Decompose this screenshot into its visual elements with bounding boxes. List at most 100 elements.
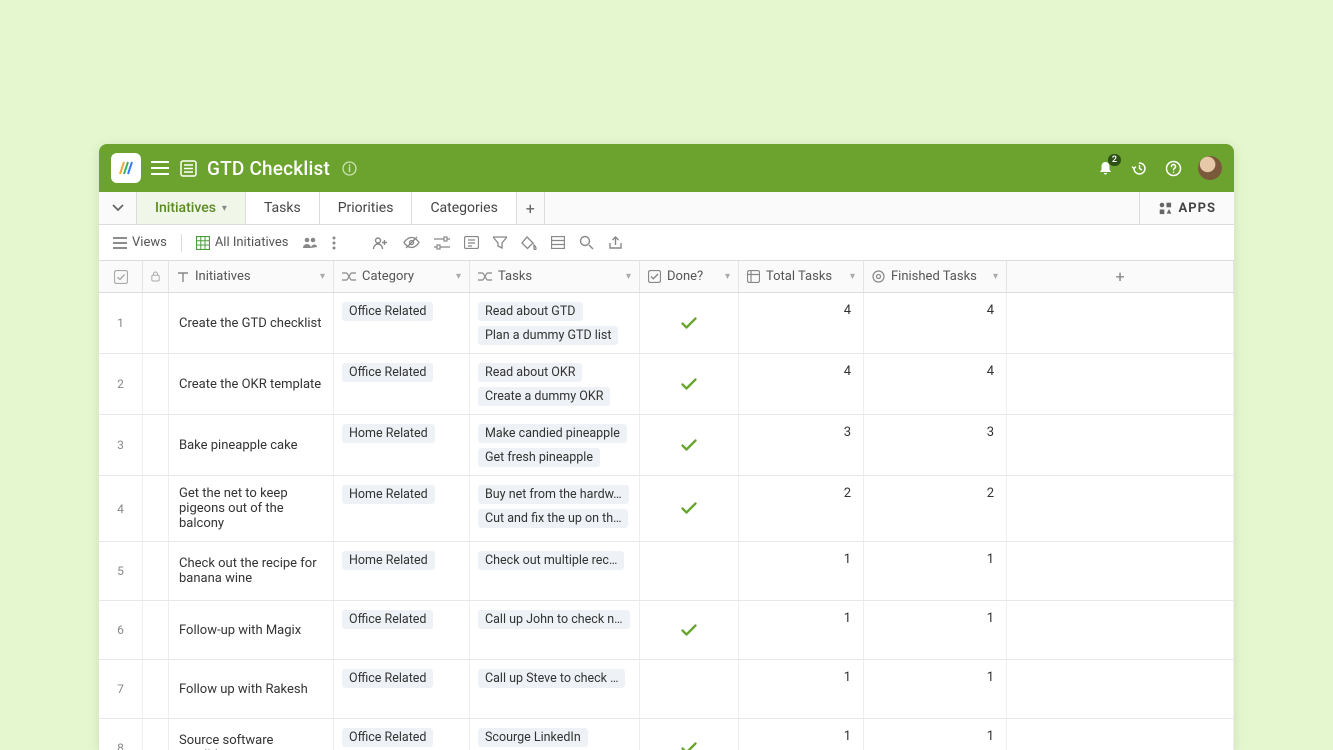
category-cell[interactable]: Office Related <box>334 660 470 718</box>
done-cell[interactable] <box>640 476 739 541</box>
table-row[interactable]: 2Create the OKR templateOffice RelatedRe… <box>99 354 1234 415</box>
tab-priorities[interactable]: Priorities <box>320 192 413 224</box>
row-height-icon[interactable] <box>551 236 565 249</box>
category-tag: Office Related <box>342 302 433 321</box>
app-logo[interactable] <box>111 153 141 183</box>
total-tasks-cell: 4 <box>739 293 864 353</box>
select-all-header[interactable] <box>99 261 143 292</box>
done-cell[interactable] <box>640 415 739 475</box>
table-row[interactable]: 4 Get the net to keep pigeons out of the … <box>99 476 1234 542</box>
share-icon[interactable] <box>608 236 623 250</box>
app-header: GTD Checklist 2 <box>99 144 1234 192</box>
views-label: Views <box>132 235 167 250</box>
col-done[interactable]: Done? ▾ <box>640 261 739 292</box>
lock-header <box>143 261 169 292</box>
notification-badge: 2 <box>1108 154 1121 166</box>
table-row[interactable]: 7Follow up with RakeshOffice RelatedCall… <box>99 660 1234 719</box>
table-row[interactable]: 5Check out the recipe for banana wineHom… <box>99 542 1234 601</box>
filter-icon[interactable] <box>493 236 507 249</box>
col-finished-tasks[interactable]: Finished Tasks ▾ <box>864 261 1007 292</box>
notification-bell-icon[interactable]: 2 <box>1096 159 1114 177</box>
add-tab-button[interactable]: + <box>517 192 545 224</box>
paint-bucket-icon[interactable] <box>521 236 537 250</box>
user-avatar[interactable] <box>1198 156 1222 180</box>
category-cell[interactable]: Office Related <box>334 719 470 750</box>
sliders-icon[interactable] <box>434 236 450 250</box>
done-cell[interactable] <box>640 293 739 353</box>
row-number: 3 <box>99 415 143 475</box>
table-row[interactable]: 1Create the GTD checklistOffice RelatedR… <box>99 293 1234 354</box>
task-tag: Cut and fix the up on th… <box>478 509 628 528</box>
done-cell[interactable] <box>640 719 739 750</box>
done-cell[interactable] <box>640 542 739 600</box>
divider <box>181 234 182 252</box>
col-total-tasks[interactable]: Total Tasks ▾ <box>739 261 864 292</box>
tasks-cell[interactable]: Buy net from the hardw…Cut and fix the u… <box>470 476 640 541</box>
finished-tasks-cell: 4 <box>864 293 1007 353</box>
views-button[interactable]: Views <box>113 235 167 250</box>
table-row[interactable]: 3Bake pineapple cakeHome RelatedMake can… <box>99 415 1234 476</box>
initiative-cell[interactable]: Create the GTD checklist <box>169 293 334 353</box>
tab-categories[interactable]: Categories <box>412 192 516 224</box>
table-row[interactable]: 8Source software candidatesOffice Relate… <box>99 719 1234 750</box>
tasks-cell[interactable]: Make candied pineappleGet fresh pineappl… <box>470 415 640 475</box>
history-icon[interactable] <box>1130 159 1148 177</box>
initiative-cell[interactable]: Bake pineapple cake <box>169 415 334 475</box>
col-category[interactable]: Category ▾ <box>334 261 470 292</box>
search-icon[interactable] <box>579 235 594 250</box>
hide-icon[interactable] <box>403 236 420 249</box>
category-tag: Home Related <box>342 551 435 570</box>
done-cell[interactable] <box>640 660 739 718</box>
view-selector[interactable]: All Initiatives <box>196 235 289 250</box>
apps-button[interactable]: APPS <box>1139 192 1235 224</box>
col-tasks[interactable]: Tasks ▾ <box>470 261 640 292</box>
category-cell[interactable]: Office Related <box>334 354 470 414</box>
tab-initiatives[interactable]: Initiatives ▾ <box>137 192 246 224</box>
initiative-cell[interactable]: Get the net to keep pigeons out of the b… <box>169 476 334 541</box>
col-label: Total Tasks <box>766 269 832 284</box>
tasks-cell[interactable]: Check out multiple rec… <box>470 542 640 600</box>
add-column-button[interactable]: + <box>1007 261 1234 292</box>
total-tasks-cell: 1 <box>739 601 864 659</box>
done-cell[interactable] <box>640 601 739 659</box>
done-cell[interactable] <box>640 354 739 414</box>
row-number: 4 <box>99 476 143 541</box>
initiative-cell[interactable]: Follow up with Rakesh <box>169 660 334 718</box>
tab-tasks[interactable]: Tasks <box>246 192 320 224</box>
more-icon[interactable] <box>332 236 336 250</box>
task-tag: Make candied pineapple <box>478 424 627 443</box>
tasks-cell[interactable]: Scourge LinkedIn <box>470 719 640 750</box>
help-icon[interactable] <box>1164 159 1182 177</box>
hamburger-menu-icon[interactable] <box>151 159 169 177</box>
info-icon[interactable] <box>340 159 358 177</box>
initiative-cell[interactable]: Source software candidates <box>169 719 334 750</box>
initiative-cell[interactable]: Follow-up with Magix <box>169 601 334 659</box>
lock-icon <box>151 270 160 283</box>
col-label: Category <box>362 269 414 284</box>
row-lock-cell <box>143 476 169 541</box>
people-icon[interactable] <box>302 236 318 249</box>
tasks-cell[interactable]: Call up Steve to check … <box>470 660 640 718</box>
tasks-cell[interactable]: Call up John to check n… <box>470 601 640 659</box>
category-cell[interactable]: Office Related <box>334 601 470 659</box>
tasks-cell[interactable]: Read about OKRCreate a dummy OKR <box>470 354 640 414</box>
initiative-cell[interactable]: Check out the recipe for banana wine <box>169 542 334 600</box>
table-row[interactable]: 6Follow-up with MagixOffice RelatedCall … <box>99 601 1234 660</box>
add-people-icon[interactable] <box>372 236 389 250</box>
category-cell[interactable]: Home Related <box>334 542 470 600</box>
app-window: GTD Checklist 2 Initiatives ▾ <box>99 144 1234 750</box>
category-tag: Office Related <box>342 728 433 747</box>
col-initiatives[interactable]: Initiatives ▾ <box>169 261 334 292</box>
card-view-icon[interactable] <box>464 236 479 249</box>
category-cell[interactable]: Office Related <box>334 293 470 353</box>
checkmark-icon <box>681 502 697 515</box>
initiative-cell[interactable]: Create the OKR template <box>169 354 334 414</box>
empty-cell <box>1007 293 1234 353</box>
row-lock-cell <box>143 354 169 414</box>
finished-tasks-cell: 2 <box>864 476 1007 541</box>
expand-tabs-button[interactable] <box>99 192 137 224</box>
tasks-cell[interactable]: Read about GTDPlan a dummy GTD list <box>470 293 640 353</box>
category-cell[interactable]: Home Related <box>334 476 470 541</box>
col-label: Finished Tasks <box>891 269 977 284</box>
category-cell[interactable]: Home Related <box>334 415 470 475</box>
